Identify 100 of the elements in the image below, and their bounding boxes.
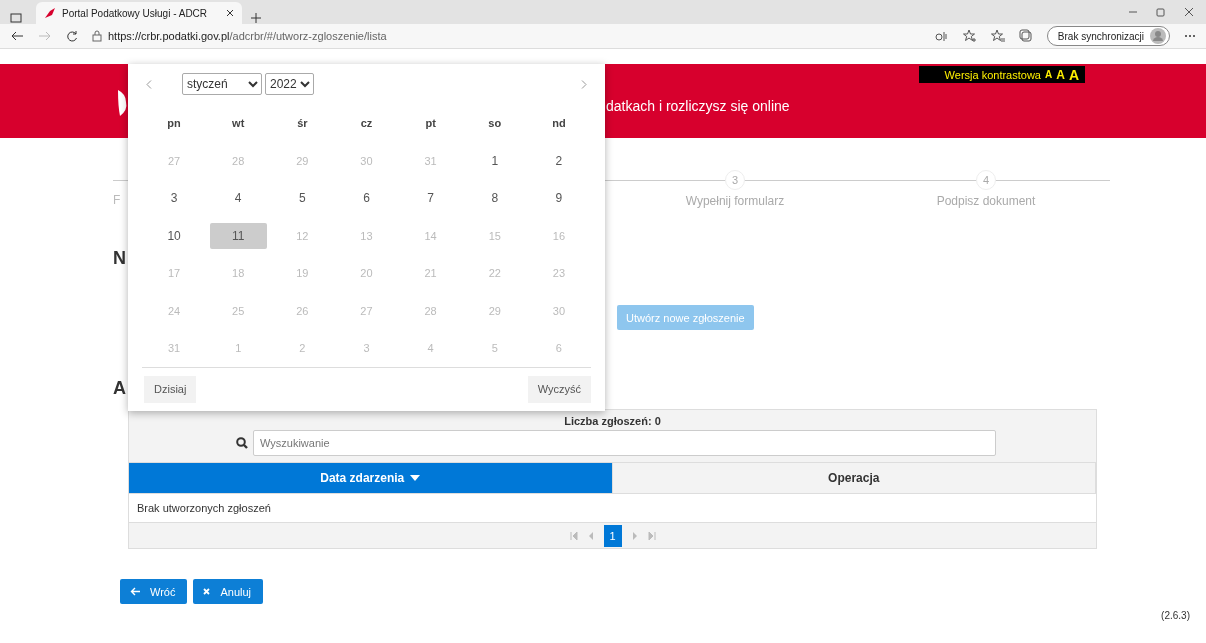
empty-table-message: Brak utworzonych zgłoszeń xyxy=(129,493,1096,523)
calendar-day: 31 xyxy=(145,335,203,362)
step-label: Podpisz dokument xyxy=(936,194,1036,208)
calendar-day: 21 xyxy=(402,260,460,287)
font-size-link[interactable]: A xyxy=(1044,69,1053,80)
next-page-icon xyxy=(631,531,638,540)
calendar-day[interactable]: 7 xyxy=(402,185,460,212)
calendar-day: 3 xyxy=(338,335,395,362)
favicon-icon xyxy=(44,7,56,19)
favorite-add-icon[interactable] xyxy=(962,29,977,43)
calendar-day: 28 xyxy=(209,147,267,174)
refresh-icon[interactable] xyxy=(66,30,78,42)
arrow-left-icon xyxy=(130,587,140,596)
page-number[interactable]: 1 xyxy=(603,524,622,547)
search-icon xyxy=(236,437,248,449)
month-select[interactable]: styczeń xyxy=(182,73,262,96)
calendar-day: 14 xyxy=(402,222,460,249)
section-heading: N xyxy=(113,248,126,269)
weekday-label: pn xyxy=(167,116,181,132)
calendar-day: 15 xyxy=(466,222,524,249)
calendar-day[interactable]: 1 xyxy=(466,147,524,174)
calendar-day: 17 xyxy=(145,260,203,287)
url-text: https://crbr.podatki.gov.pl/adcrbr/#/utworz-zgloszenie/lista xyxy=(108,30,387,42)
step-label: F xyxy=(113,193,121,207)
calendar-day: 13 xyxy=(338,222,395,249)
font-size-link[interactable]: A xyxy=(1068,66,1079,83)
calendar-day: 30 xyxy=(338,147,395,174)
version-number: (2.6.3) xyxy=(1161,610,1190,621)
calendar-day: 30 xyxy=(530,297,588,324)
calendar-day[interactable]: 10 xyxy=(145,222,203,249)
tab-title: Portal Podatkowy Usługi - ADCR xyxy=(62,7,209,19)
calendar-day: 28 xyxy=(402,297,460,324)
calendar-day: 31 xyxy=(402,147,460,174)
avatar-icon xyxy=(1150,28,1166,44)
calendar-day[interactable]: 6 xyxy=(338,185,395,212)
lock-icon xyxy=(92,30,102,42)
close-icon[interactable] xyxy=(1184,7,1194,17)
calendar-day[interactable]: 5 xyxy=(273,185,331,212)
step-label: Wypełnij formularz xyxy=(685,194,785,208)
calendar-day: 4 xyxy=(402,335,460,362)
calendar-day: 24 xyxy=(145,297,203,324)
clear-button[interactable]: Wyczyść xyxy=(527,375,591,403)
header-tagline: datkach i rozliczysz się online xyxy=(606,98,790,114)
sort-descending-icon xyxy=(410,475,421,481)
weekday-label: wt xyxy=(232,116,245,132)
calendar-day[interactable]: 3 xyxy=(145,185,203,212)
calendar-day: 6 xyxy=(530,335,588,362)
calendar-day: 2 xyxy=(273,335,331,362)
calendar-day: 27 xyxy=(145,147,203,174)
registration-count: Liczba zgłoszeń: 0 xyxy=(563,414,662,429)
first-page-icon xyxy=(569,531,578,540)
more-icon[interactable] xyxy=(1184,34,1196,38)
sidebar-toggle-icon[interactable] xyxy=(10,12,22,24)
calendar-day: 29 xyxy=(466,297,524,324)
favorites-icon[interactable] xyxy=(990,29,1005,43)
today-button[interactable]: Dzisiaj xyxy=(144,375,197,403)
calendar-day: 23 xyxy=(530,260,588,287)
close-icon xyxy=(203,588,211,595)
contrast-version-link[interactable]: Wersja kontrastowa xyxy=(944,68,1041,81)
calendar-day: 16 xyxy=(530,222,588,249)
sync-button[interactable]: Brak synchronizacji xyxy=(1046,26,1170,46)
step-number: 4 xyxy=(976,170,996,190)
calendar-day: 29 xyxy=(273,147,331,174)
calendar-day: 5 xyxy=(466,335,524,362)
calendar-day: 22 xyxy=(466,260,524,287)
calendar-day: 18 xyxy=(209,260,267,287)
back-button[interactable]: Wróć xyxy=(120,579,188,604)
eagle-logo-icon xyxy=(116,88,128,118)
font-size-link[interactable]: A xyxy=(1056,67,1065,82)
forward-arrow-icon xyxy=(38,30,52,42)
cancel-button[interactable]: Anuluj xyxy=(193,579,264,604)
back-arrow-icon[interactable] xyxy=(10,30,24,42)
close-icon[interactable] xyxy=(226,9,234,17)
calendar-day[interactable]: 11 xyxy=(209,222,267,249)
weekday-label: nd xyxy=(552,116,566,132)
read-aloud-icon[interactable] xyxy=(934,30,949,42)
new-tab-icon[interactable] xyxy=(250,12,262,24)
search-field[interactable]: Wyszukiwanie xyxy=(253,430,996,456)
calendar-day[interactable]: 4 xyxy=(209,185,267,212)
year-select[interactable]: 2022 xyxy=(265,73,314,96)
section-heading: A xyxy=(113,378,126,399)
calendar-day[interactable]: 2 xyxy=(530,147,588,174)
calendar-day: 27 xyxy=(338,297,395,324)
calendar-day: 26 xyxy=(273,297,331,324)
last-page-icon xyxy=(647,531,656,540)
collections-icon[interactable] xyxy=(1018,29,1033,43)
calendar-day[interactable]: 9 xyxy=(530,185,588,212)
calendar-day[interactable]: 8 xyxy=(466,185,524,212)
restore-icon[interactable] xyxy=(1156,7,1166,17)
weekday-label: cz xyxy=(360,116,373,132)
calendar-day: 25 xyxy=(209,297,267,324)
weekday-label: so xyxy=(488,116,502,132)
address-bar[interactable]: https://crbr.podatki.gov.pl/adcrbr/#/utworz-zgloszenie/lista xyxy=(92,26,852,46)
calendar-day: 20 xyxy=(338,260,395,287)
browser-tab[interactable]: Portal Podatkowy Usługi - ADCR xyxy=(36,2,242,24)
column-header[interactable]: Data zdarzenia xyxy=(129,463,613,493)
calendar-day: 19 xyxy=(273,260,331,287)
calendar-day: 1 xyxy=(209,335,267,362)
previous-page-icon xyxy=(587,531,594,540)
weekday-label: pt xyxy=(425,116,436,132)
